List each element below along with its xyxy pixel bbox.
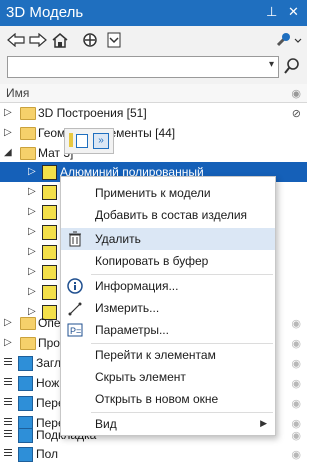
list-icon — [4, 378, 12, 387]
material-icon — [42, 205, 57, 220]
forward-arrow-icon[interactable] — [28, 30, 48, 50]
drag-handle[interactable] — [69, 133, 73, 147]
search-icon[interactable] — [284, 58, 300, 77]
menu-item-measure[interactable]: Измерить... — [61, 297, 275, 319]
submenu-arrow-icon: ▶ — [260, 418, 267, 428]
tree-row[interactable]: ▷ 3D Построения [51] ⊘ — [0, 103, 307, 123]
context-menu: Применить к модели Добавить в состав изд… — [60, 176, 276, 436]
crosshair-icon[interactable] — [80, 30, 100, 50]
menu-item-go-to-elements[interactable]: Перейти к элементам — [61, 344, 275, 366]
expand-icon[interactable]: ▷ — [4, 337, 12, 348]
home-icon[interactable] — [50, 30, 70, 50]
panel-title-bar: 3D Модель ⊥ ✕ — [0, 0, 307, 26]
collapse-icon[interactable]: ◢ — [4, 147, 12, 158]
eye-icon[interactable]: ◉ — [291, 429, 301, 442]
menu-item-apply-to-model[interactable]: Применить к модели — [61, 182, 275, 204]
menu-item-copy-to-buffer[interactable]: Копировать в буфер — [61, 250, 275, 272]
part-icon — [18, 447, 33, 462]
material-icon — [42, 265, 57, 280]
eye-icon[interactable]: ◉ — [291, 448, 301, 461]
measure-icon — [67, 300, 83, 316]
expand-icon[interactable]: ▷ — [28, 166, 36, 177]
tree-row-label: Загл — [36, 356, 62, 370]
tree-row[interactable]: ▷ Геом ские элементы [44] — [0, 123, 307, 143]
eye-icon[interactable]: ◉ — [291, 357, 301, 370]
settings-wrench-icon[interactable] — [276, 30, 302, 50]
quick-action-popup: » — [64, 128, 114, 154]
search-input[interactable]: ▾ — [7, 56, 279, 78]
expand-icon[interactable]: ▷ — [4, 317, 12, 328]
dropdown-arrow-icon[interactable]: ▾ — [269, 59, 274, 70]
list-icon — [4, 398, 12, 407]
tree-row-label: Опе — [38, 316, 61, 330]
list-icon — [4, 449, 12, 458]
panel-title: 3D Модель — [6, 4, 84, 21]
menu-item-parameters[interactable]: P= Параметры... — [61, 319, 275, 341]
menu-item-add-to-assembly[interactable]: Добавить в состав изделия — [61, 204, 275, 226]
expand-arrows-icon[interactable]: » — [93, 133, 109, 149]
eye-icon[interactable]: ◉ — [291, 317, 301, 330]
menu-item-open-new-window[interactable]: Открыть в новом окне — [61, 388, 275, 410]
search-row: ▾ — [0, 56, 307, 84]
folder-icon — [20, 127, 36, 140]
tree-row-label: Пол — [36, 447, 59, 461]
material-icon — [42, 165, 57, 180]
menu-item-view[interactable]: Вид ▶ — [61, 413, 275, 435]
folder-icon — [20, 107, 36, 120]
back-arrow-icon[interactable] — [6, 30, 26, 50]
part-icon — [18, 428, 33, 443]
hidden-eye-icon[interactable]: ⊘ — [292, 107, 301, 120]
expand-icon[interactable]: ▷ — [4, 127, 12, 138]
eye-icon[interactable]: ◉ — [291, 337, 301, 350]
pin-icon[interactable]: ⊥ — [266, 4, 277, 20]
eye-icon[interactable]: ◉ — [291, 87, 301, 100]
tree-row[interactable]: Пол ◉ — [0, 444, 307, 464]
trash-icon — [67, 231, 83, 247]
material-icon — [42, 185, 57, 200]
close-icon[interactable]: ✕ — [288, 4, 299, 20]
folder-icon — [20, 317, 36, 330]
eye-icon[interactable]: ◉ — [291, 397, 301, 410]
menu-item-delete[interactable]: Удалить — [61, 228, 275, 250]
tree-row-label: 3D Построения [51] — [38, 106, 147, 120]
toolbar — [0, 26, 307, 56]
parameters-icon: P= — [67, 322, 83, 338]
part-icon — [18, 396, 33, 411]
eye-icon[interactable]: ◉ — [291, 377, 301, 390]
svg-text:P=: P= — [70, 326, 81, 336]
list-icon — [4, 430, 12, 439]
folder-icon — [20, 147, 36, 160]
list-icon — [4, 358, 12, 367]
column-header[interactable]: Имя ◉ — [0, 84, 307, 103]
tree-row-label: Про — [38, 336, 60, 350]
info-icon — [67, 278, 83, 294]
material-icon — [42, 225, 57, 240]
window-icon[interactable] — [76, 134, 88, 148]
part-icon — [18, 356, 33, 371]
expand-icon[interactable]: ▷ — [4, 107, 12, 118]
folder-icon — [20, 337, 36, 350]
menu-item-hide-element[interactable]: Скрыть элемент — [61, 366, 275, 388]
tree-row-label: Нож — [36, 376, 60, 390]
menu-item-information[interactable]: Информация... — [61, 275, 275, 297]
part-icon — [18, 376, 33, 391]
material-icon — [42, 285, 57, 300]
material-icon — [42, 245, 57, 260]
column-name-label: Имя — [6, 86, 30, 100]
tree-row[interactable]: ◢ Мат 3] — [0, 143, 307, 163]
filter-icon[interactable] — [104, 30, 124, 50]
